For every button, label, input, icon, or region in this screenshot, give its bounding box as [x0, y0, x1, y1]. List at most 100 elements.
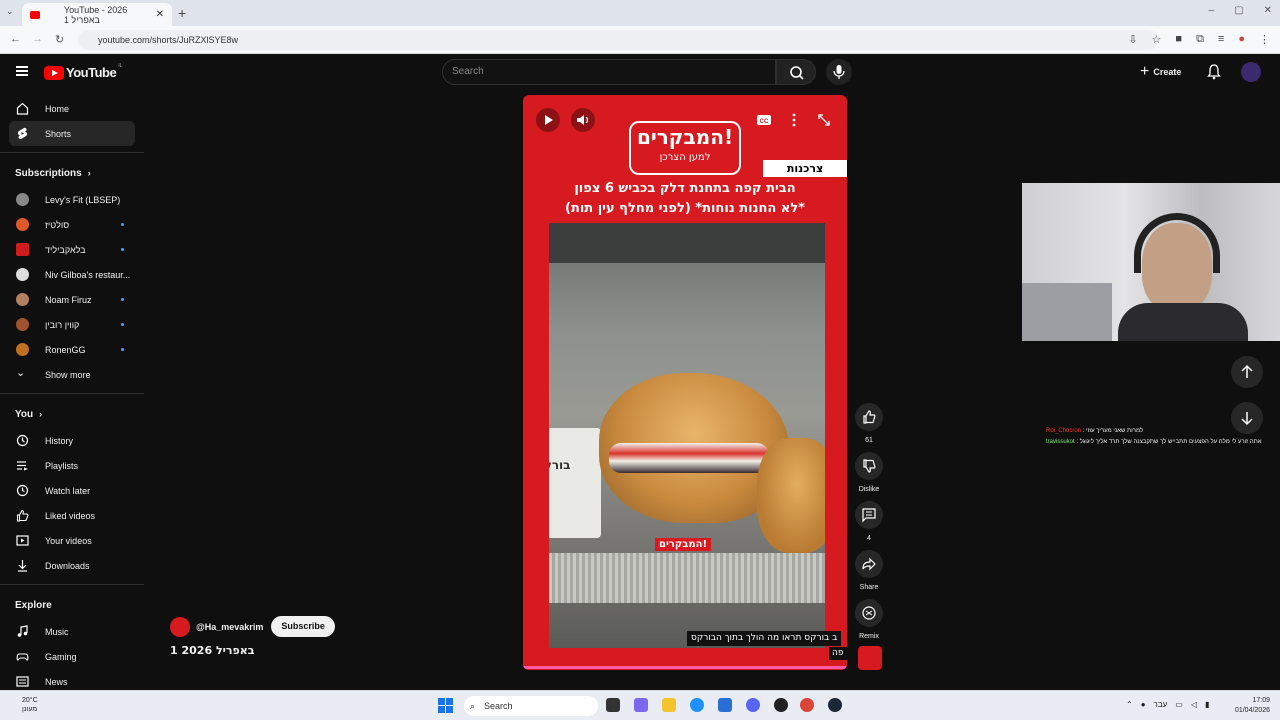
back-icon[interactable]: ← — [10, 33, 21, 45]
youtube-logo[interactable]: YouTube IL — [44, 63, 122, 80]
tab-list-chevron-icon[interactable]: ⌄ — [6, 6, 14, 17]
remix-button[interactable] — [855, 599, 883, 627]
dislike-action[interactable]: Dislike — [855, 452, 883, 493]
comments-button[interactable] — [855, 501, 883, 529]
sidebar-item-home[interactable]: Home — [0, 96, 144, 121]
subscriptions-heading[interactable]: Subscriptions › — [0, 159, 144, 187]
discord-icon[interactable] — [746, 698, 760, 712]
more-options-button[interactable] — [782, 108, 806, 132]
new-tab-button[interactable]: + — [178, 5, 186, 21]
sidebar-item-playlists[interactable]: Playlists — [0, 453, 144, 478]
file-explorer-icon[interactable] — [662, 698, 676, 712]
edge-icon[interactable] — [690, 698, 704, 712]
url-field[interactable]: youtube.com/shorts/JuRZXlSYE8w — [78, 30, 1158, 50]
search-input[interactable]: Search — [442, 59, 776, 85]
sidebar-item-subscription[interactable]: RonenGG — [0, 337, 144, 362]
sidebar-item-history[interactable]: History — [0, 428, 144, 453]
speaker-icon[interactable]: ◁ — [1191, 700, 1197, 709]
sidebar-item-subscription[interactable]: Noam Firuz — [0, 287, 144, 312]
channel-avatar[interactable] — [170, 616, 190, 637]
fullscreen-button[interactable] — [812, 108, 836, 132]
store-icon[interactable] — [718, 698, 732, 712]
sidebar-item-subscription[interactable]: בלאקביליד — [0, 237, 144, 262]
battery-icon[interactable]: ▮ — [1205, 700, 1209, 709]
close-window-button[interactable]: ✕ — [1264, 5, 1272, 16]
sidebar-item-gaming[interactable]: Gaming — [0, 644, 144, 669]
show-more-button[interactable]: ⌄ Show more — [0, 362, 144, 387]
sidebar-item-shorts[interactable]: Shorts — [9, 121, 135, 146]
language-indicator[interactable]: עבר — [1154, 700, 1168, 709]
minimize-button[interactable]: – — [1209, 5, 1215, 16]
shorts-player[interactable]: CC המבקרים! למען הצרכן צרכנות הבית קפה ב… — [523, 95, 847, 670]
tab-close-icon[interactable]: ✕ — [156, 9, 164, 20]
profile-icon[interactable]: ● — [1238, 33, 1245, 46]
teams-icon[interactable] — [634, 698, 648, 712]
forward-icon[interactable]: → — [32, 33, 43, 45]
account-avatar[interactable] — [1241, 62, 1261, 82]
explore-heading: Explore — [15, 599, 52, 611]
media-control-icon[interactable]: ≡ — [1218, 33, 1224, 46]
downloads-icon — [18, 560, 27, 572]
remix-action[interactable]: Remix — [855, 599, 883, 640]
maximize-button[interactable]: ▢ — [1234, 5, 1243, 16]
obs-icon[interactable] — [774, 698, 788, 712]
video-title[interactable]: 1 באפריל 2026 — [170, 644, 254, 657]
playlists-icon — [17, 461, 28, 471]
share-button[interactable] — [855, 550, 883, 578]
like-action[interactable]: 61 — [855, 403, 883, 444]
extension-icon[interactable]: ■ — [1175, 33, 1182, 46]
search-icon: ⌕ — [470, 701, 476, 711]
captions-button[interactable]: CC — [752, 108, 776, 132]
browser-tab[interactable]: YouTube - 2026 באפריל 1 ✕ — [22, 3, 172, 26]
home-icon — [16, 102, 29, 115]
sidebar-item-your-videos[interactable]: Your videos — [0, 528, 144, 553]
network-icon[interactable]: ▭ — [1175, 700, 1183, 709]
like-button[interactable] — [855, 403, 883, 431]
chrome-icon[interactable] — [800, 698, 814, 712]
news-icon — [16, 676, 29, 687]
comments-action[interactable]: 4 — [855, 501, 883, 542]
search-button[interactable] — [776, 59, 816, 85]
extensions-puzzle-icon[interactable]: ⧉ — [1196, 33, 1204, 46]
channel-thumbnail[interactable] — [858, 646, 882, 670]
metal-tray — [549, 553, 825, 603]
taskbar-clock[interactable]: 17:09 01/04/2026 — [1235, 696, 1270, 716]
video-caption: ב בורקס תראו מה הולך בתוך הבורקס — [687, 631, 842, 646]
microphone-tray-icon[interactable]: ● — [1141, 700, 1146, 709]
menu-icon[interactable] — [16, 66, 28, 76]
sidebar-item-subscription[interactable]: סולטיז — [0, 212, 144, 237]
dislike-button[interactable] — [855, 452, 883, 480]
remix-icon — [862, 606, 876, 620]
previous-short-button[interactable] — [1231, 356, 1263, 388]
bookmark-star-icon[interactable]: ☆ — [1152, 33, 1162, 46]
install-app-icon[interactable]: ⇩ — [1128, 33, 1137, 46]
weather-widget[interactable]: 20°C מעונן — [22, 696, 38, 714]
sidebar-item-downloads[interactable]: Downloads — [0, 553, 144, 578]
browser-menu-icon[interactable]: ⋮ — [1259, 33, 1270, 46]
sidebar-item-liked-videos[interactable]: Liked videos — [0, 503, 144, 528]
windows-start-icon[interactable] — [438, 698, 454, 714]
display-shelf — [549, 223, 825, 263]
sidebar-item-subscription[interactable]: Levy's Fit (LBSEP) — [0, 187, 144, 212]
share-action[interactable]: Share — [855, 550, 883, 591]
sidebar-item-watch-later[interactable]: Watch later — [0, 478, 144, 503]
microphone-icon — [833, 65, 845, 79]
reload-icon[interactable]: ↻ — [55, 33, 64, 46]
taskbar-search[interactable]: ⌕ Search — [464, 696, 598, 716]
subscribe-button[interactable]: Subscribe — [271, 616, 335, 637]
sidebar-item-subscription[interactable]: קווין רובין — [0, 312, 144, 337]
sidebar-item-subscription[interactable]: Niv Gilboa's restaur... — [0, 262, 144, 287]
create-button[interactable]: + Create — [1140, 61, 1181, 83]
tray-chevron-icon[interactable]: ⌃ — [1126, 700, 1133, 709]
task-view-icon[interactable] — [606, 698, 620, 712]
you-heading[interactable]: You › — [0, 400, 144, 428]
play-button[interactable] — [536, 108, 560, 132]
sidebar-item-music[interactable]: Music — [0, 619, 144, 644]
progress-bar[interactable] — [523, 666, 847, 669]
steam-icon[interactable] — [828, 698, 842, 712]
like-count: 61 — [865, 437, 873, 444]
volume-button[interactable] — [571, 108, 595, 132]
channel-handle[interactable]: @Ha_mevakrim — [196, 622, 263, 632]
voice-search-button[interactable] — [826, 59, 852, 85]
notifications-bell-icon[interactable] — [1207, 64, 1221, 80]
